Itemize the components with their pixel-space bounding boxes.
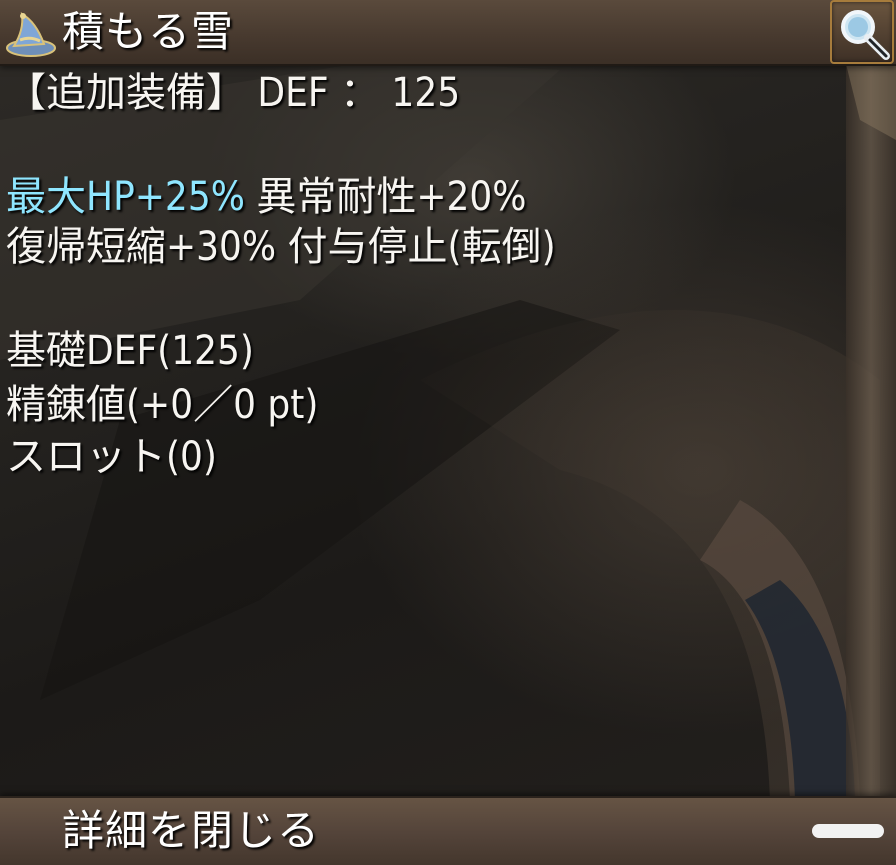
effect-line-2: 復帰短縮+30% 付与停止(転倒) <box>6 224 556 270</box>
magnify-button[interactable] <box>830 0 894 64</box>
magnifying-glass-icon <box>841 10 890 60</box>
close-details-label: 詳細を閉じる <box>62 806 321 855</box>
max-hp-bonus: 最大HP+25% <box>6 174 245 220</box>
scroll-handle[interactable] <box>812 824 884 838</box>
additional-equipment-line: 【追加装備】 DEF ： 125 <box>6 70 461 116</box>
refine-value-line: 精錬値(+0／0 pt) <box>6 382 319 428</box>
effect-line-1: 最大HP+25% 異常耐性+20% <box>6 172 526 222</box>
title-bar: 積もる雪 <box>0 0 896 66</box>
wizard-hat-icon <box>4 8 58 58</box>
status-resist-bonus: 異常耐性+20% <box>244 174 527 220</box>
slots-line: スロット(0) <box>6 434 217 480</box>
close-details-button[interactable]: 詳細を閉じる <box>0 798 800 865</box>
footer-bar: 詳細を閉じる <box>0 796 896 865</box>
item-name: 積もる雪 <box>62 7 235 56</box>
base-def-line: 基礎DEF(125) <box>6 328 254 374</box>
